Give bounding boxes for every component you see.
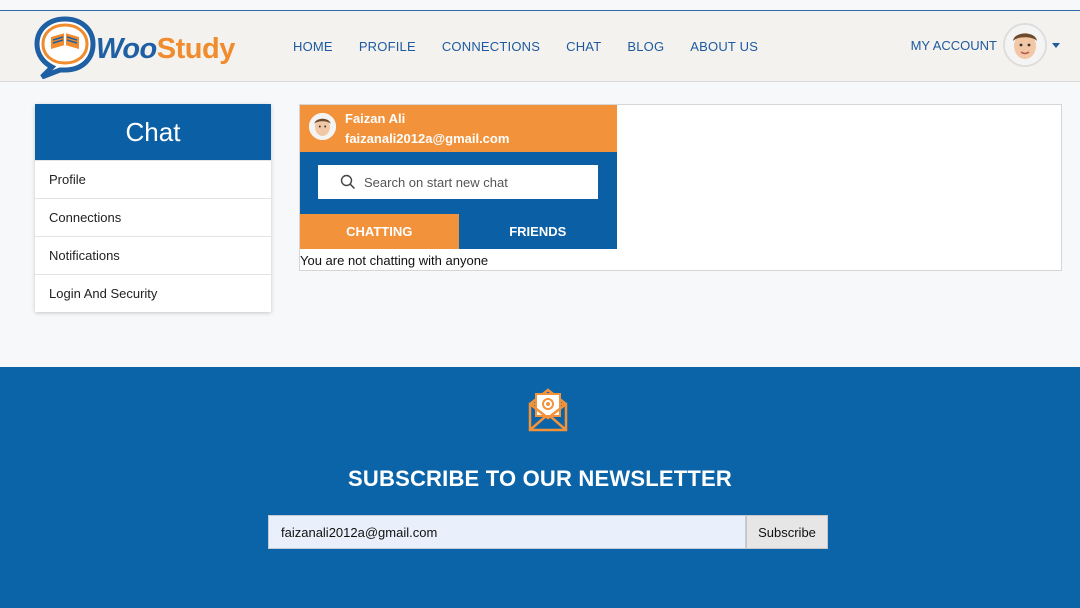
sidebar-item-connections[interactable]: Connections xyxy=(35,198,271,236)
logo-word-woo: Woo xyxy=(96,33,157,65)
nav-home[interactable]: HOME xyxy=(293,39,333,54)
site-logo[interactable]: WooStudy xyxy=(34,15,244,80)
chevron-down-icon[interactable] xyxy=(1052,42,1060,48)
chat-tabs: CHATTING FRIENDS xyxy=(300,214,617,249)
account-avatar[interactable] xyxy=(1003,23,1047,67)
logo-word-study: Study xyxy=(156,33,236,65)
newsletter-email-input[interactable] xyxy=(268,515,746,549)
sidebar: Chat Profile Connections Notifications L… xyxy=(35,104,271,312)
user-photo-icon xyxy=(1005,25,1045,65)
chat-search-box xyxy=(318,165,598,199)
newsletter-title-part1: SUBSCRIBE TO OUR xyxy=(348,466,579,491)
sidebar-item-notifications[interactable]: Notifications xyxy=(35,236,271,274)
chat-user-avatar[interactable] xyxy=(309,113,336,140)
chat-user-name: Faizan Ali xyxy=(345,111,406,126)
sidebar-item-profile[interactable]: Profile xyxy=(35,160,271,198)
logo-speech-bubble-icon xyxy=(34,16,96,80)
sidebar-title: Chat xyxy=(35,104,271,160)
logo-wordmark: WooStudy xyxy=(96,33,235,66)
main-nav: HOME PROFILE CONNECTIONS CHAT BLOG ABOUT… xyxy=(280,11,771,82)
site-header: WooStudy HOME PROFILE CONNECTIONS CHAT B… xyxy=(0,11,1080,82)
newsletter-title-part2: NEWSLETTER xyxy=(578,466,732,491)
subscribe-button[interactable]: Subscribe xyxy=(746,515,828,549)
chat-empty-message: You are not chatting with anyone xyxy=(300,253,489,268)
tab-friends[interactable]: FRIENDS xyxy=(458,214,617,249)
envelope-icon xyxy=(528,388,568,432)
newsletter-section: SUBSCRIBE TO OUR NEWSLETTER Subscribe xyxy=(0,367,1080,608)
newsletter-form: Subscribe xyxy=(268,515,828,549)
my-account-label[interactable]: MY ACCOUNT xyxy=(911,38,997,53)
account-menu[interactable]: MY ACCOUNT xyxy=(911,23,1060,67)
nav-connections[interactable]: CONNECTIONS xyxy=(442,39,540,54)
nav-chat[interactable]: CHAT xyxy=(566,39,601,54)
nav-profile[interactable]: PROFILE xyxy=(359,39,416,54)
newsletter-title: SUBSCRIBE TO OUR NEWSLETTER xyxy=(0,466,1080,492)
chat-search-input[interactable] xyxy=(364,174,584,190)
nav-about-us[interactable]: ABOUT US xyxy=(690,39,758,54)
chat-user-header: Faizan Ali faizanali2012a@gmail.com xyxy=(300,105,617,152)
search-icon xyxy=(340,174,356,190)
tab-chatting[interactable]: CHATTING xyxy=(300,214,459,249)
nav-blog[interactable]: BLOG xyxy=(627,39,664,54)
sidebar-item-login-security[interactable]: Login And Security xyxy=(35,274,271,312)
chat-user-email: faizanali2012a@gmail.com xyxy=(345,131,510,146)
user-photo-icon xyxy=(309,113,336,140)
chat-panel: Faizan Ali faizanali2012a@gmail.com CHAT… xyxy=(299,104,1062,271)
chat-search-area xyxy=(300,152,617,214)
